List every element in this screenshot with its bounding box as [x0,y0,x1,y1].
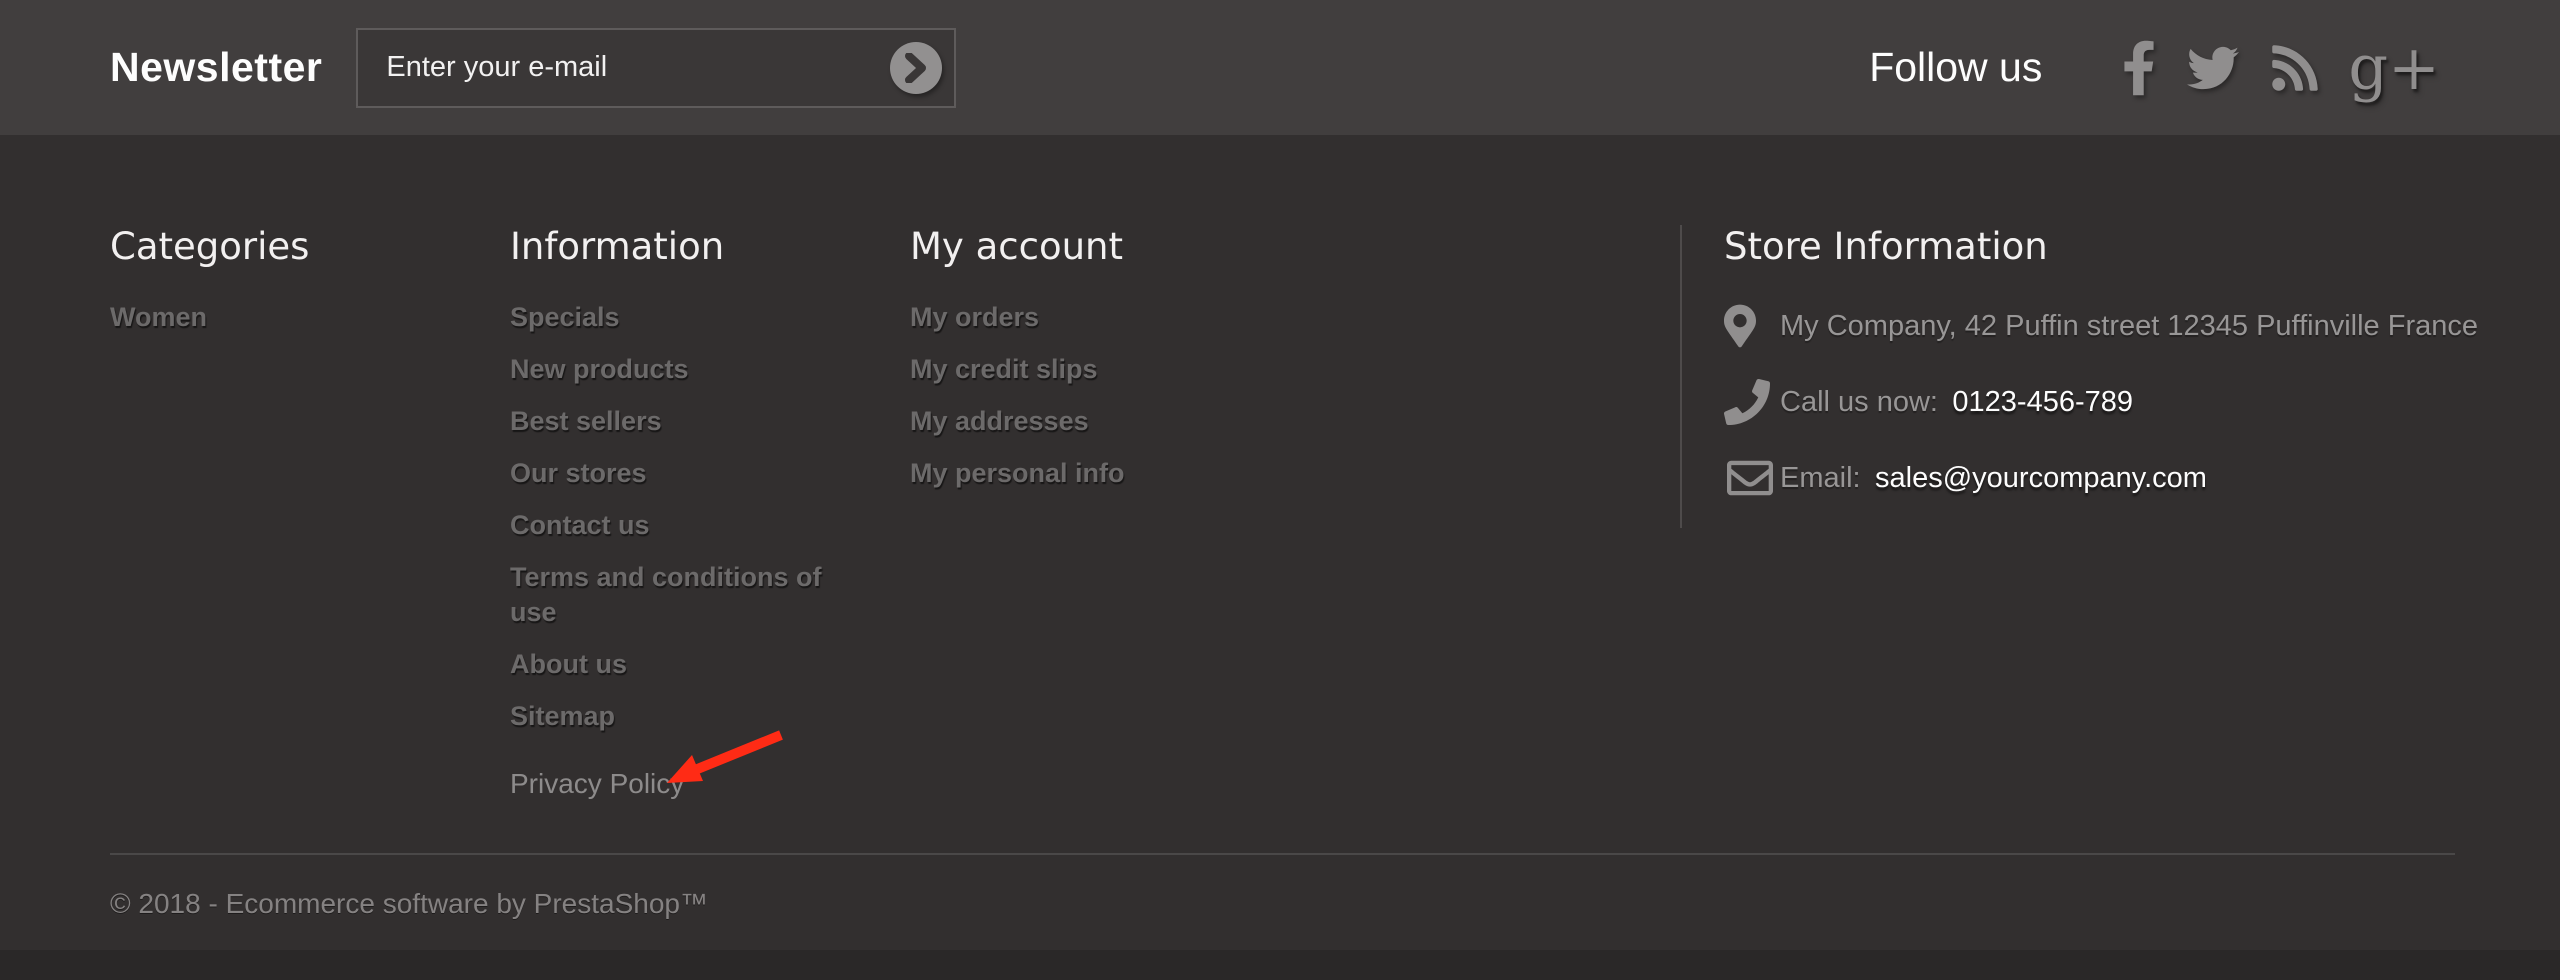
footer-link-privacy-policy[interactable]: Privacy Policy [510,768,684,799]
newsletter-bar: Newsletter Follow us g+ [0,0,2560,135]
store-address-row: My Company, 42 Puffin street 12345 Puffi… [1724,300,2560,352]
store-phone-row: Call us now: 0123-456-789 [1724,376,2560,428]
newsletter-email-input[interactable] [356,28,956,108]
store-email-row: Email: sales@yourcompany.com [1724,452,2560,504]
store-information-heading: Store Information [1724,225,2560,269]
footer-link-terms[interactable]: Terms and conditions of use [510,560,840,630]
store-phone-number: 0123-456-789 [1952,386,2133,418]
newsletter-title: Newsletter [110,44,322,91]
footer-link-our-stores[interactable]: Our stores [510,456,647,491]
footer-link-best-sellers[interactable]: Best sellers [510,404,662,439]
information-heading: Information [510,225,910,269]
store-information-column: Store Information My Company, 42 Puffin … [1680,225,2560,528]
footer-link-my-addresses[interactable]: My addresses [910,404,1089,439]
phone-icon [1724,379,1780,425]
footer-link-women[interactable]: Women [110,300,207,335]
footer-link-sitemap[interactable]: Sitemap [510,699,615,734]
google-plus-icon[interactable]: g+ [2348,42,2440,94]
follow-us-block: Follow us g+ [1869,39,2440,97]
footer-link-new-products[interactable]: New products [510,352,689,387]
envelope-icon [1724,455,1780,501]
facebook-icon[interactable] [2122,39,2156,97]
categories-column: Categories Women [110,225,510,352]
twitter-icon[interactable] [2184,42,2242,94]
store-email-label: Email: [1780,462,1861,494]
footer-link-my-personal-info[interactable]: My personal info [910,456,1125,491]
my-account-heading: My account [910,225,1680,269]
footer-link-my-credit-slips[interactable]: My credit slips [910,352,1098,387]
information-column: Information Specials New products Best s… [510,225,910,817]
map-marker-icon [1724,300,1780,352]
footer-columns: Categories Women Information Specials Ne… [110,225,2560,817]
footer-link-my-orders[interactable]: My orders [910,300,1039,335]
store-phone-label: Call us now: [1780,386,1938,418]
footer-link-contact-us[interactable]: Contact us [510,508,650,543]
footer-divider [110,853,2455,855]
store-email-link[interactable]: sales@yourcompany.com [1875,462,2207,494]
chevron-right-icon [903,53,929,83]
store-address: My Company, 42 Puffin street 12345 Puffi… [1780,310,2478,342]
newsletter-form [356,28,956,108]
footer-link-about-us[interactable]: About us [510,647,627,682]
footer-main: Categories Women Information Specials Ne… [0,135,2560,960]
rss-icon[interactable] [2270,42,2320,94]
my-account-column: My account My orders My credit slips My … [910,225,1680,508]
categories-heading: Categories [110,225,510,269]
footer-link-specials[interactable]: Specials [510,300,620,335]
newsletter-submit-button[interactable] [890,42,942,94]
follow-us-label: Follow us [1869,44,2042,91]
page-bottom-band [0,950,2560,980]
